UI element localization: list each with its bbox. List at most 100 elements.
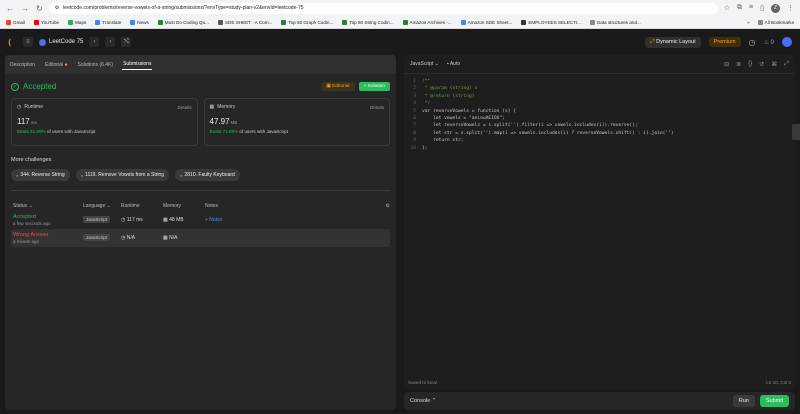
bookmark-item[interactable]: Amazon Archives -... [402,19,452,25]
challenge-chip[interactable]: ● 344. Reverse String [11,169,70,181]
star-icon[interactable]: ☆ [724,4,730,13]
bookmark-item[interactable]: Translate [95,19,121,25]
dynamic-layout-button[interactable]: ⤢ Dynamic Layout [645,36,701,48]
table-row[interactable]: Wrong Answer a minute ago JavaScript ◷ N/… [11,229,390,247]
fullscreen-icon[interactable]: ⤢ [784,61,789,68]
site-info-icon[interactable]: ⚙ [55,5,59,11]
col-language-label: Language [83,203,106,209]
line-text: return str; [422,138,464,144]
col-status-label: Status [13,203,28,209]
submit-time: a few seconds ago [13,221,51,226]
user-avatar[interactable] [782,37,792,47]
bookmark-item[interactable]: News [130,19,149,25]
problem-tabs: Description Editorial ● Solutions (6.4K)… [5,55,396,74]
dynamic-layout-label: Dynamic Layout [656,38,696,45]
study-plan-title[interactable]: LeetCode 75 [39,38,83,46]
tab-solutions[interactable]: Solutions (6.4K) [77,60,115,70]
bookmark-icon[interactable]: ⊟ [724,61,729,68]
runtime-card[interactable]: ◷ Runtime Details 117ms Beats 21.69% of us… [11,98,198,146]
menu-icon[interactable]: ≡ [749,4,753,13]
prev-problem-icon[interactable]: ‹ [89,37,100,47]
fire-streak[interactable]: ♨ 0 [764,39,774,46]
language-select[interactable]: JavaScript ⌄ [410,61,439,67]
problem-list-icon[interactable]: ≡ [23,37,33,47]
bookmark-item[interactable]: Top 50 Graph Codin... [281,19,333,25]
challenge-chip[interactable]: ● 2810. Faulty Keyboard [175,169,240,181]
code-area[interactable]: 1/** 2 * @param {string} s3 * @return {st… [404,74,795,152]
bookmark-item[interactable]: Amazon SDE Sheet... [460,19,513,25]
challenge-chip[interactable]: ● 1119. Remove Vowels from a String [75,169,170,181]
braces-icon[interactable]: {} [748,61,752,68]
settings-icon[interactable]: ⌘ [771,61,777,68]
reset-icon[interactable]: ↺ [759,61,764,68]
bookmark-item[interactable]: EMPLOYEES SELECTI... [521,19,581,25]
all-bookmarks[interactable]: All Bookmarks [757,19,794,25]
bookmark-item[interactable]: Top 50 String Codin... [342,19,394,25]
premium-button[interactable]: Premium [708,37,741,47]
col-status[interactable]: Status ⌄ [11,203,83,209]
leetcode-logo-icon[interactable]: ⟨ [8,38,17,47]
bookmark-item[interactable]: Maps [68,19,86,25]
tab-submissions[interactable]: Submissions [122,59,153,70]
code-line: 4 */ [404,100,795,107]
bookmark-item[interactable]: Gmail [6,19,25,25]
status-text[interactable]: Wrong Answer [13,232,83,238]
lang-cell: JavaScript [83,234,121,241]
submissions-table: Status ⌄ Language ⌄ Runtime Memory Notes… [11,201,390,247]
sidebar-icon[interactable]: ▯ [760,4,764,13]
line-number: 7 [413,123,416,129]
forward-icon[interactable]: → [21,4,29,13]
result-header: ✓ Accepted ▣ Editorial + Solution [5,74,396,91]
address-bar[interactable]: ⚙ leetcode.com/problems/reverse-vowels-o… [48,2,718,14]
auto-mode[interactable]: ▪ Auto [447,61,460,67]
profile-avatar[interactable]: Z [771,3,780,13]
tab-editorial-label: Editorial [45,61,64,68]
bookmark-item[interactable]: SDE SHEET - A Com... [217,19,272,25]
settings-icon[interactable]: ⚙ [386,203,390,209]
tab-editorial[interactable]: Editorial ● [44,60,69,70]
runtime-value-row: 117ms [17,117,192,126]
bookmark-label: Amazon SDE Sheet... [467,19,513,25]
bookmark-item[interactable]: Data structures and... [589,19,641,25]
code-line: 7 let reverseVowels = s.split('').filter… [404,122,795,129]
challenge-label: 344. Reverse String [20,172,65,178]
solution-button[interactable]: + Solution [358,82,390,91]
next-problem-icon[interactable]: › [105,37,116,47]
runtime-text: 117 ms [126,217,143,223]
browser-actions: ☆ ⧉ ≡ ▯ Z ⋮ [724,3,794,13]
runtime-head: ◷ Runtime Details [17,104,192,110]
console-toggle[interactable]: Console ⌃ [410,398,436,404]
bookmark-favicon-icon [6,19,11,25]
run-button[interactable]: Run [732,395,755,407]
difficulty-dot-icon: ● [16,172,19,178]
extensions-icon[interactable]: ⧉ [737,4,742,13]
editorial-button[interactable]: ▣ Editorial [321,82,355,91]
submit-button[interactable]: Submit [759,395,789,407]
bookmark-favicon-icon [68,19,74,25]
col-language[interactable]: Language ⌄ [83,203,121,209]
line-text: let reverseVowels = s.split('').filter(i… [422,123,638,129]
side-panel-handle[interactable] [792,124,800,140]
runtime-details-link[interactable]: Details [177,105,191,110]
col-memory: Memory [163,203,182,209]
challenge-label: 1119. Remove Vowels from a String [85,172,165,178]
tab-description[interactable]: Description [9,60,36,70]
overflow-icon[interactable]: » [747,20,750,25]
difficulty-dot-icon: ● [80,172,84,178]
table-row[interactable]: Accepted a few seconds ago JavaScript ◷ 1… [11,211,390,229]
bookmark-item[interactable]: Must Do Coding Qu... [157,19,209,25]
bookmark-item[interactable]: YouTube [34,19,60,25]
reload-icon[interactable]: ↻ [36,4,43,13]
status-text[interactable]: Accepted [13,214,83,220]
timer-icon[interactable]: ◷ [749,38,756,47]
note-icon[interactable]: ≣ [736,61,741,68]
bookmark-label: YouTube [41,19,60,25]
shuffle-icon[interactable]: ⤭ [121,37,132,47]
memory-card[interactable]: ▦ Memory Details 47.97MB Beats 71.65% of u… [203,98,390,146]
code-line: 3 * @return {string} [404,93,795,100]
back-icon[interactable]: ← [6,4,14,13]
more-icon[interactable]: ⋮ [787,4,794,13]
lang-badge: JavaScript [83,234,111,241]
memory-details-link[interactable]: Details [370,105,384,110]
add-notes-link[interactable]: + Notes [205,217,390,223]
